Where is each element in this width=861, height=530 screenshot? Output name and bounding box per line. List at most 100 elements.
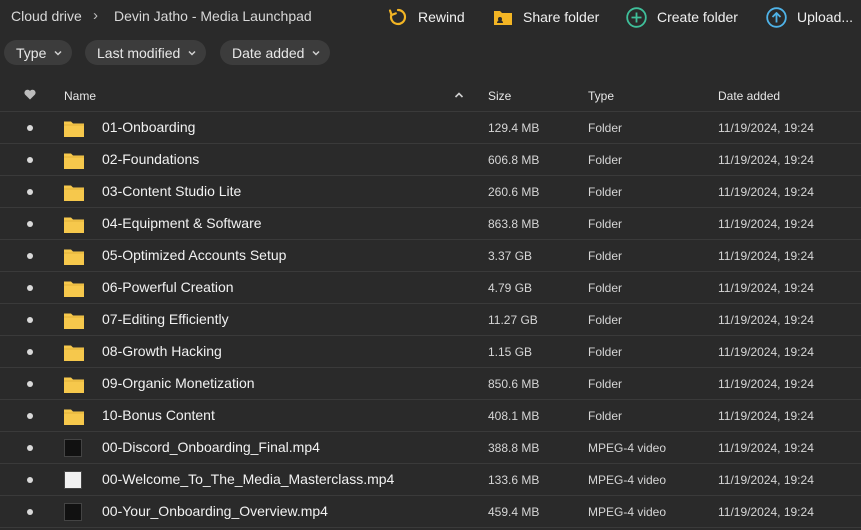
- table-row[interactable]: 05-Optimized Accounts Setup 3.37 GB Folder…: [0, 240, 861, 272]
- table-row[interactable]: 00-Discord_Onboarding_Final.mp4 388.8 MB M…: [0, 432, 861, 464]
- file-type: Folder: [588, 217, 623, 231]
- top-bar: Cloud drive › Devin Jatho - Media Launch…: [0, 0, 861, 34]
- table-row[interactable]: 06-Powerful Creation 4.79 GB Folder 11/19/2…: [0, 272, 861, 304]
- status-dot: [27, 125, 33, 131]
- file-type: MPEG-4 video: [588, 473, 667, 487]
- column-header-size[interactable]: Size: [488, 89, 511, 103]
- file-name[interactable]: 05-Optimized Accounts Setup: [102, 247, 286, 263]
- file-name[interactable]: 07-Editing Efficiently: [102, 311, 229, 327]
- table-body: 01-Onboarding 129.4 MB Folder 11/19/2024, 1…: [0, 112, 861, 528]
- column-header-name[interactable]: Name: [64, 89, 96, 103]
- date-added-filter-label: Date added: [232, 44, 305, 61]
- file-name[interactable]: 00-Welcome_To_The_Media_Masterclass.mp4: [102, 471, 394, 487]
- folder-icon: [64, 281, 84, 297]
- rewind-label: Rewind: [418, 9, 465, 25]
- sort-asc-icon[interactable]: [454, 91, 464, 99]
- file-size: 408.1 MB: [488, 409, 540, 423]
- status-dot: [27, 349, 33, 355]
- rewind-button[interactable]: Rewind: [388, 5, 465, 29]
- folder-icon: [64, 217, 84, 233]
- column-header-date[interactable]: Date added: [718, 89, 780, 103]
- column-header-type[interactable]: Type: [588, 89, 614, 103]
- file-type: Folder: [588, 313, 623, 327]
- create-folder-icon: [626, 6, 647, 28]
- status-dot: [27, 189, 33, 195]
- file-date-added: 11/19/2024, 19:24: [718, 345, 814, 359]
- file-size: 260.6 MB: [488, 185, 540, 199]
- table-row[interactable]: 09-Organic Monetization 850.6 MB Folder 11/…: [0, 368, 861, 400]
- folder-icon: [64, 185, 84, 201]
- file-name[interactable]: 01-Onboarding: [102, 119, 195, 135]
- heart-icon[interactable]: [24, 89, 36, 100]
- status-dot: [27, 445, 33, 451]
- file-date-added: 11/19/2024, 19:24: [718, 217, 814, 231]
- file-date-added: 11/19/2024, 19:24: [718, 121, 814, 135]
- status-dot: [27, 381, 33, 387]
- status-dot: [27, 413, 33, 419]
- file-name[interactable]: 00-Your_Onboarding_Overview.mp4: [102, 503, 328, 519]
- chevron-right-icon: ›: [93, 7, 98, 24]
- table-row[interactable]: 00-Welcome_To_The_Media_Masterclass.mp4 1…: [0, 464, 861, 496]
- folder-icon: [64, 249, 84, 265]
- file-type: Folder: [588, 345, 623, 359]
- file-name[interactable]: 10-Bonus Content: [102, 407, 215, 423]
- file-type: Folder: [588, 377, 623, 391]
- date-added-filter[interactable]: Date added: [220, 40, 331, 65]
- file-type: Folder: [588, 153, 623, 167]
- upload-button[interactable]: Upload...: [766, 5, 853, 29]
- share-folder-button[interactable]: Share folder: [493, 5, 599, 29]
- folder-icon: [64, 313, 84, 329]
- create-folder-button[interactable]: Create folder: [626, 5, 738, 29]
- status-dot: [27, 317, 33, 323]
- file-size: 606.8 MB: [488, 153, 540, 167]
- table-row[interactable]: 04-Equipment & Software 863.8 MB Folder 11/…: [0, 208, 861, 240]
- breadcrumb-current[interactable]: Devin Jatho - Media Launchpad: [114, 8, 312, 24]
- file-name[interactable]: 04-Equipment & Software: [102, 215, 262, 231]
- table-row[interactable]: 01-Onboarding 129.4 MB Folder 11/19/2024, 1…: [0, 112, 861, 144]
- status-dot: [27, 157, 33, 163]
- type-filter[interactable]: Type: [4, 40, 73, 65]
- chevron-down-icon: [188, 50, 196, 56]
- file-name[interactable]: 03-Content Studio Lite: [102, 183, 241, 199]
- rewind-icon: [388, 8, 407, 26]
- file-size: 4.79 GB: [488, 281, 533, 295]
- chevron-down-icon: [312, 50, 320, 56]
- file-name[interactable]: 00-Discord_Onboarding_Final.mp4: [102, 439, 320, 455]
- last-modified-filter-label: Last modified: [97, 44, 181, 61]
- table-row[interactable]: 10-Bonus Content 408.1 MB Folder 11/19/2024…: [0, 400, 861, 432]
- file-date-added: 11/19/2024, 19:24: [718, 441, 814, 455]
- table-header: Name Size Type Date added: [0, 79, 861, 112]
- share-folder-icon: [494, 11, 512, 25]
- file-name[interactable]: 09-Organic Monetization: [102, 375, 255, 391]
- file-type: Folder: [588, 409, 623, 423]
- table-row[interactable]: 00-Your_Onboarding_Overview.mp4 459.4 MB M…: [0, 496, 861, 528]
- table-row[interactable]: 07-Editing Efficiently 11.27 GB Folder 11/1…: [0, 304, 861, 336]
- file-date-added: 11/19/2024, 19:24: [718, 505, 814, 519]
- file-date-added: 11/19/2024, 19:24: [718, 409, 814, 423]
- file-size: 133.6 MB: [488, 473, 540, 487]
- table-row[interactable]: 03-Content Studio Lite 260.6 MB Folder 11/1…: [0, 176, 861, 208]
- file-type: Folder: [588, 249, 623, 263]
- file-name[interactable]: 08-Growth Hacking: [102, 343, 222, 359]
- status-dot: [27, 253, 33, 259]
- file-size: 3.37 GB: [488, 249, 533, 263]
- file-name[interactable]: 02-Foundations: [102, 151, 199, 167]
- table-row[interactable]: 02-Foundations 606.8 MB Folder 11/19/2024, …: [0, 144, 861, 176]
- table-row[interactable]: 08-Growth Hacking 1.15 GB Folder 11/19/2024…: [0, 336, 861, 368]
- file-type: MPEG-4 video: [588, 505, 667, 519]
- file-type: Folder: [588, 121, 623, 135]
- create-folder-label: Create folder: [657, 9, 738, 25]
- file-name[interactable]: 06-Powerful Creation: [102, 279, 234, 295]
- file-table: Name Size Type Date added 01-Onboarding 1…: [0, 79, 861, 528]
- video-thumbnail: [64, 471, 82, 489]
- breadcrumb-root[interactable]: Cloud drive: [11, 8, 82, 24]
- file-type: MPEG-4 video: [588, 441, 667, 455]
- file-type: Folder: [588, 185, 623, 199]
- share-folder-label: Share folder: [523, 9, 600, 25]
- file-size: 1.15 GB: [488, 345, 533, 359]
- last-modified-filter[interactable]: Last modified: [85, 40, 207, 65]
- folder-icon: [64, 345, 84, 361]
- file-size: 129.4 MB: [488, 121, 540, 135]
- file-size: 850.6 MB: [488, 377, 540, 391]
- status-dot: [27, 509, 33, 515]
